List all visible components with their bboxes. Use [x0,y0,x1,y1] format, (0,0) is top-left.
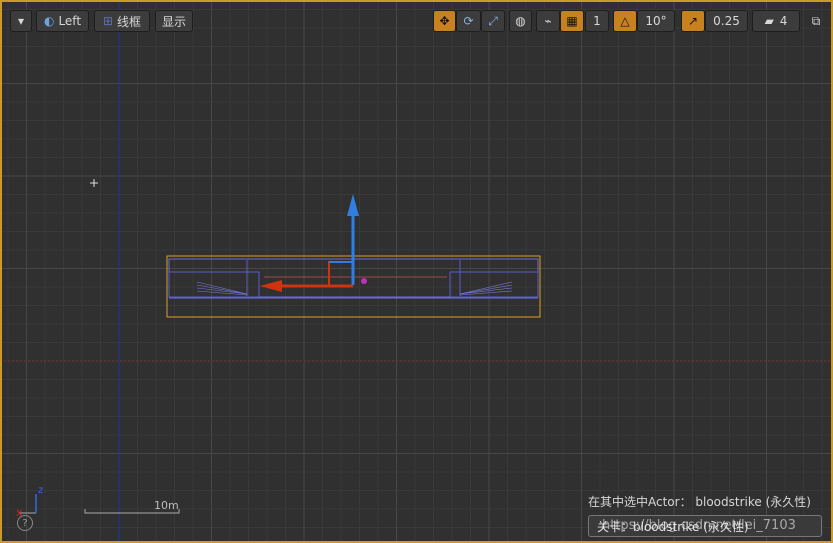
svg-text:z: z [38,485,43,496]
rotation-snap-value[interactable]: 10° [637,10,675,32]
scale-icon: ⤢ [488,13,498,28]
grid-icon: ▦ [566,14,578,28]
wireframe-label: 线框 [117,14,142,29]
rotate-mode-button[interactable]: ⟳ [456,10,481,32]
view-mode-label: Left [58,14,82,28]
viewport-options-button[interactable]: ▾ [10,10,32,32]
camera-speed-button[interactable]: ▰ 4 [752,10,800,32]
surface-snap-button[interactable]: ⌁ [536,10,560,32]
scale-snap-value[interactable]: 0.25 [705,10,748,32]
scale-snap-toggle[interactable]: ↗ [681,10,705,32]
mouse-cursor [90,179,98,187]
show-button[interactable]: 显示 [155,10,193,32]
translate-mode-button[interactable]: ✥ [433,10,456,32]
viewport[interactable]: x z ▾ ◐ Left ⊞ 线框 显示 ✥ ⟳ ⤢ ◍ ⌁ ▦ 1 △ 10°… [0,0,833,543]
watermark-text: https://blog.csdn.net/lei_7103 [602,518,796,533]
show-label: 显示 [161,14,186,29]
scale-snap-label: 0.25 [713,14,740,28]
selection-info: 在其中选中Actor： bloodstrike (永久性) [588,495,811,509]
chevron-down-icon: ▾ [17,14,25,28]
world-local-button[interactable]: ◍ [509,10,532,32]
wireframe-button[interactable]: ⊞ 线框 [94,10,150,32]
camera-speed-label: 4 [779,14,788,28]
rotate-icon: ⟳ [463,14,474,28]
help-icon[interactable]: ? [17,515,33,531]
move-icon: ✥ [439,14,450,28]
grid-snap-value[interactable]: 1 [585,10,609,32]
viewport-grid: x z [2,2,831,541]
angle-icon: △ [620,14,630,28]
scale-mode-button[interactable]: ⤢ [481,10,505,32]
perspective-icon: ◐ [43,14,55,28]
wireframe-icon: ⊞ [102,14,114,28]
rotation-snap-label: 10° [645,14,667,28]
rotation-snap-toggle[interactable]: △ [613,10,637,32]
scale-label: 10m [154,499,179,512]
grid-snap-label: 1 [593,14,601,28]
surface-snap-icon: ⌁ [544,14,552,28]
globe-icon: ◍ [515,14,526,28]
camera-icon: ▰ [764,14,774,28]
view-mode-left-button[interactable]: ◐ Left [36,10,89,32]
maximize-viewport-button[interactable]: ⧉ [806,10,826,32]
grid-snap-toggle[interactable]: ▦ [560,10,584,32]
scale-snap-icon: ↗ [687,14,699,28]
maximize-icon: ⧉ [811,13,821,28]
